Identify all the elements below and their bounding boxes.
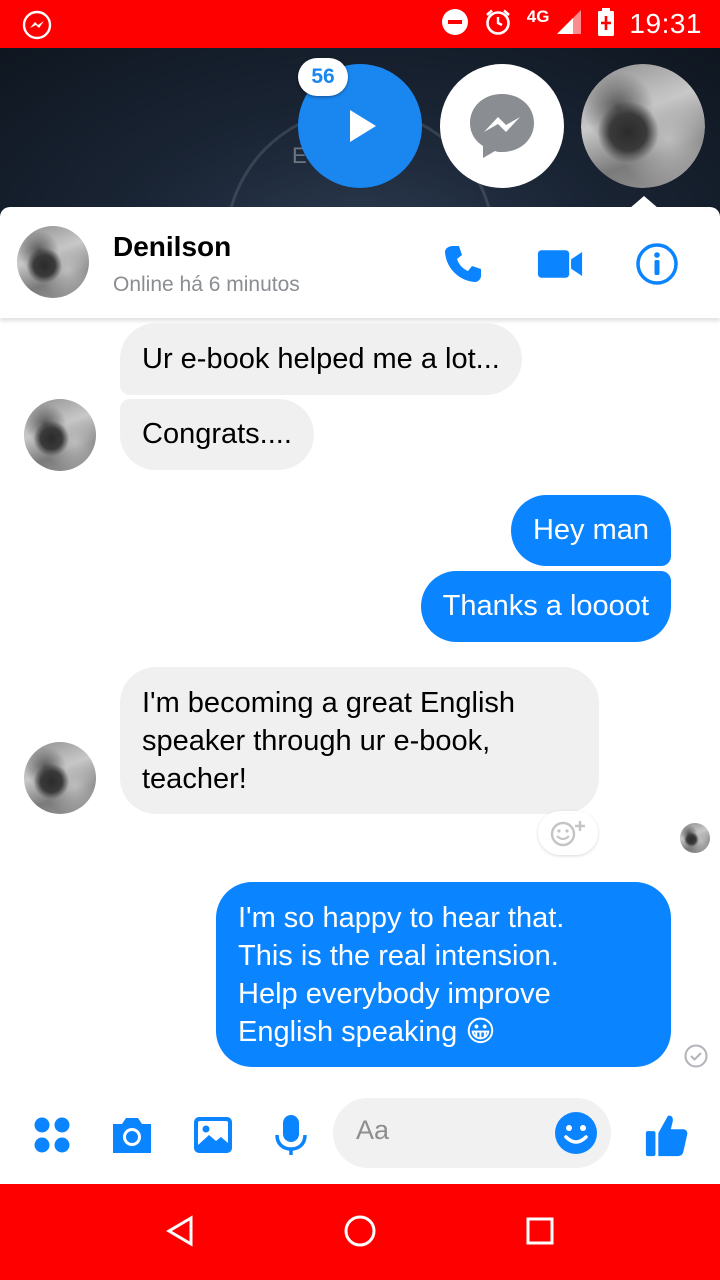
message-line: speaker through ur e-book, xyxy=(142,725,491,757)
conversation-info-button[interactable] xyxy=(634,241,680,287)
unread-badge: 56 xyxy=(298,58,348,96)
avatar xyxy=(581,64,705,188)
add-reaction-icon xyxy=(550,821,585,847)
video-call-button[interactable] xyxy=(537,241,583,287)
back-button[interactable] xyxy=(157,1208,203,1254)
battery-charging-icon xyxy=(597,7,615,42)
messenger-chat-head[interactable] xyxy=(440,64,564,188)
message-line: This is the real intension. xyxy=(238,940,559,972)
contact-name[interactable]: Denilson xyxy=(113,231,231,263)
message-bubble-incoming[interactable]: Ur e-book helped me a lot... xyxy=(120,323,522,395)
message-line: I'm becoming a great English xyxy=(142,687,516,719)
clock-time: 19:31 xyxy=(629,8,702,39)
conversation-header: Denilson Online há 6 minutos xyxy=(0,207,720,318)
camera-icon xyxy=(113,1118,151,1153)
more-apps-icon xyxy=(34,1117,70,1153)
sender-avatar[interactable] xyxy=(24,399,96,471)
voice-call-button[interactable] xyxy=(440,241,486,287)
play-icon xyxy=(350,110,376,142)
video-camera-icon xyxy=(537,250,583,278)
messenger-notification-icon xyxy=(22,10,52,40)
message-input-placeholder: Aa xyxy=(356,1115,390,1145)
navigation-bar xyxy=(0,1184,720,1280)
alarm-icon xyxy=(483,7,513,42)
message-bubble-incoming[interactable]: I'm becoming a great English speaker thr… xyxy=(120,667,599,814)
message-bubble-outgoing[interactable]: I'm so happy to hear that. This is the r… xyxy=(216,882,671,1067)
message-thread[interactable]: Ur e-book helped me a lot... Congrats...… xyxy=(0,318,720,1098)
message-line: English speaking 😀 xyxy=(238,1016,496,1048)
grinning-emoji: 😀 xyxy=(465,1016,496,1048)
gallery-button[interactable] xyxy=(190,1112,236,1158)
message-line: I'm so happy to hear that. xyxy=(238,902,565,934)
message-composer: Aa xyxy=(0,1098,720,1184)
contact-avatar[interactable] xyxy=(17,226,89,298)
phone-icon xyxy=(445,246,481,282)
home-button[interactable] xyxy=(337,1208,383,1254)
sent-check-icon xyxy=(684,1044,708,1068)
contact-chat-head[interactable] xyxy=(581,64,705,188)
more-apps-button[interactable] xyxy=(29,1112,75,1158)
message-line: teacher! xyxy=(142,763,247,795)
message-line: Help everybody improve xyxy=(238,978,551,1010)
emoji-button[interactable] xyxy=(553,1110,599,1156)
message-bubble-outgoing[interactable]: Thanks a loooot xyxy=(420,571,671,642)
back-icon xyxy=(166,1215,193,1247)
contact-status: Online há 6 minutos xyxy=(113,273,300,296)
camera-button[interactable] xyxy=(109,1112,155,1158)
like-icon xyxy=(645,1115,688,1157)
recents-icon xyxy=(526,1217,554,1245)
do-not-disturb-icon xyxy=(441,8,469,41)
network-type: 4G xyxy=(526,7,550,26)
info-icon xyxy=(636,243,678,285)
signal-icon xyxy=(555,8,583,41)
chat-heads-area: E s 56 xyxy=(0,48,720,218)
status-bar: 4G 19:31 xyxy=(0,0,720,48)
like-button[interactable] xyxy=(643,1112,689,1158)
home-icon xyxy=(344,1215,376,1247)
messenger-icon xyxy=(470,94,534,158)
gallery-icon xyxy=(194,1117,232,1153)
add-reaction-button[interactable] xyxy=(538,811,598,855)
message-bubble-incoming[interactable]: Congrats.... xyxy=(120,399,314,470)
microphone-icon xyxy=(275,1115,307,1155)
sender-avatar[interactable] xyxy=(24,742,96,814)
voice-message-button[interactable] xyxy=(268,1112,314,1158)
emoji-icon xyxy=(555,1112,597,1154)
recents-button[interactable] xyxy=(517,1208,563,1254)
read-receipt-avatar xyxy=(680,823,710,853)
message-bubble-outgoing[interactable]: Hey man xyxy=(510,495,671,566)
